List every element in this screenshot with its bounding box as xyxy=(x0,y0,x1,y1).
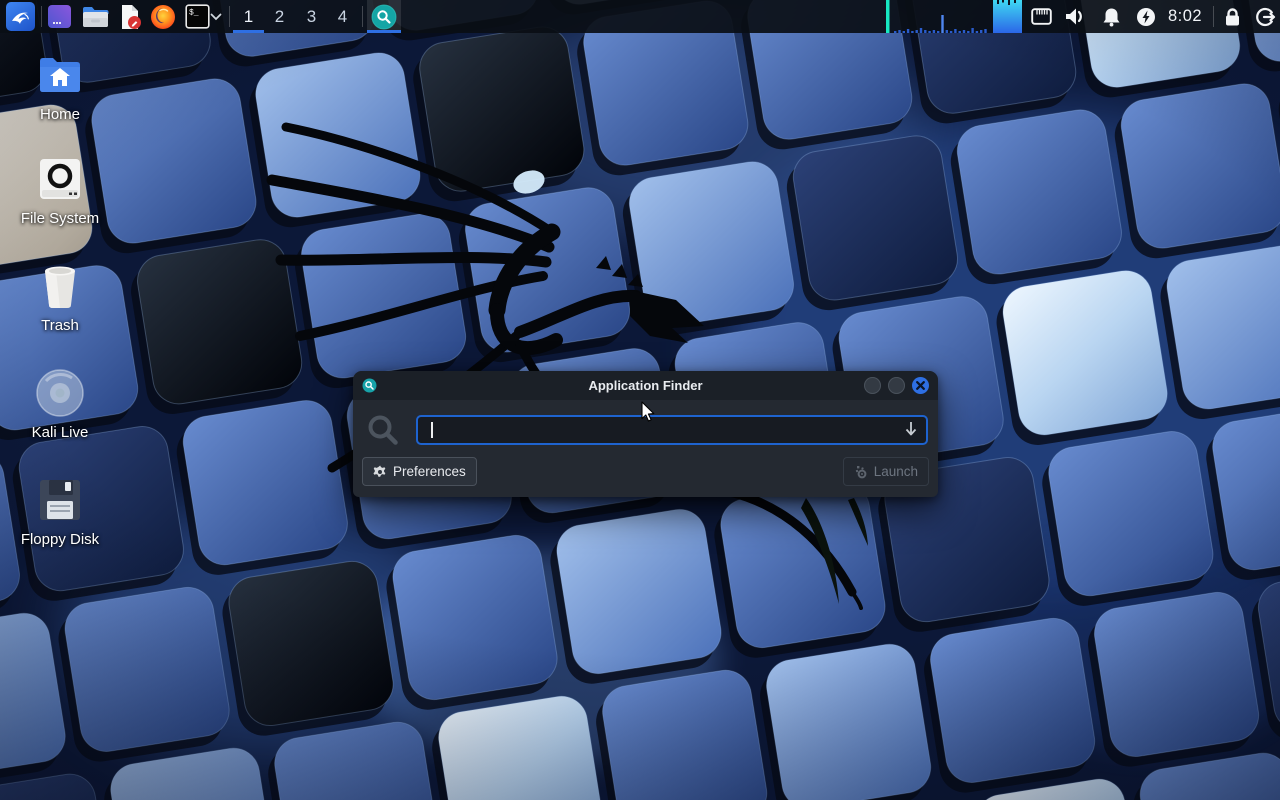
desktop-icon-trash[interactable]: Trash xyxy=(12,262,108,334)
workspace-label: 4 xyxy=(337,6,348,26)
desktop-icon-label: Trash xyxy=(41,317,79,334)
lock-icon xyxy=(1225,7,1239,25)
app-finder-icon xyxy=(371,4,397,29)
window-title: Application Finder xyxy=(588,378,703,393)
tray-power-manager[interactable] xyxy=(1133,0,1159,33)
top-panel: $_ 1 2 3 4 8:02 xyxy=(0,0,1280,33)
active-workspace-indicator xyxy=(233,30,264,33)
launch-button[interactable]: Launch xyxy=(842,457,929,486)
panel-separator xyxy=(229,6,230,27)
panel-separator xyxy=(41,6,42,27)
dropdown-arrow-icon[interactable] xyxy=(903,420,919,438)
kali-menu-button[interactable] xyxy=(1,0,39,33)
bell-icon xyxy=(1103,8,1119,26)
workspace-label: 2 xyxy=(274,6,285,26)
desktop-settings-icon xyxy=(47,5,71,28)
volume-icon xyxy=(1066,8,1082,25)
panel-separator xyxy=(1213,6,1214,27)
workspace-button-2[interactable]: 2 xyxy=(264,0,295,33)
text-editor-icon xyxy=(122,4,141,29)
window-titlebar[interactable]: Application Finder xyxy=(353,371,938,400)
preferences-button[interactable]: Preferences xyxy=(362,457,477,486)
search-input[interactable] xyxy=(430,422,900,438)
desktop: Home File System Trash Kali Live Floppy … xyxy=(0,0,1280,800)
network-icon xyxy=(1030,8,1052,25)
workspace-button-3[interactable]: 3 xyxy=(296,0,327,33)
power-manager-icon xyxy=(1137,7,1155,26)
system-load-graph[interactable] xyxy=(884,0,1026,33)
workspace-label: 1 xyxy=(243,6,254,26)
gear-icon xyxy=(373,464,386,477)
active-window-indicator xyxy=(367,30,401,33)
floppy-disk-icon xyxy=(35,476,85,524)
desktop-icon-label: File System xyxy=(20,210,100,227)
workspace-label: 3 xyxy=(306,6,317,26)
close-icon xyxy=(916,381,925,390)
close-button[interactable] xyxy=(912,377,929,394)
terminal-icon: $_ xyxy=(184,4,210,29)
launcher-file-manager[interactable] xyxy=(80,0,110,33)
kali-logo-icon xyxy=(5,2,35,31)
desktop-icon-home[interactable]: Home xyxy=(12,51,108,123)
tray-log-out[interactable] xyxy=(1252,0,1278,33)
panel-separator xyxy=(362,6,363,27)
optical-disc-icon xyxy=(35,369,85,417)
launcher-dropdown[interactable] xyxy=(208,0,224,33)
logout-icon xyxy=(1255,7,1275,26)
svg-text:$_: $_ xyxy=(189,9,199,18)
launch-label: Launch xyxy=(873,464,918,479)
desktop-icon-file-system[interactable]: File System xyxy=(12,155,108,227)
desktop-icon-kali-live[interactable]: Kali Live xyxy=(12,369,108,441)
file-manager-icon xyxy=(82,6,108,27)
tray-volume[interactable] xyxy=(1062,0,1088,33)
search-field[interactable] xyxy=(416,415,928,445)
firefox-icon xyxy=(151,4,175,29)
workspace-button-1[interactable]: 1 xyxy=(233,0,264,33)
tray-network[interactable] xyxy=(1028,0,1054,33)
launcher-text-editor[interactable] xyxy=(115,0,145,33)
desktop-icon-label: Home xyxy=(39,106,80,123)
minimize-button[interactable] xyxy=(864,377,881,394)
chevron-down-icon xyxy=(210,13,222,20)
search-icon xyxy=(368,415,398,445)
launcher-firefox[interactable] xyxy=(148,0,178,33)
workspace-button-4[interactable]: 4 xyxy=(327,0,358,33)
preferences-label: Preferences xyxy=(393,464,466,479)
tray-notifications[interactable] xyxy=(1098,0,1124,33)
appfinder-taskbar-button[interactable] xyxy=(367,0,401,33)
home-folder-icon xyxy=(35,51,85,99)
tray-lock-screen[interactable] xyxy=(1219,0,1245,33)
hard-drive-icon xyxy=(35,155,85,203)
application-finder-window: Application Finder Preferences Launch xyxy=(353,371,938,497)
text-caret xyxy=(431,422,433,438)
desktop-icon-floppy-disk[interactable]: Floppy Disk xyxy=(12,476,108,548)
desktop-icon-label: Floppy Disk xyxy=(20,531,100,548)
window-app-icon xyxy=(362,378,377,393)
desktop-icon-label: Kali Live xyxy=(31,424,89,441)
clock-text: 8:02 xyxy=(1167,7,1203,25)
trash-icon xyxy=(35,262,85,310)
launcher-desktop-settings[interactable] xyxy=(44,0,74,33)
launch-icon xyxy=(855,465,867,478)
maximize-button[interactable] xyxy=(888,377,905,394)
clock[interactable]: 8:02 xyxy=(1160,0,1210,33)
